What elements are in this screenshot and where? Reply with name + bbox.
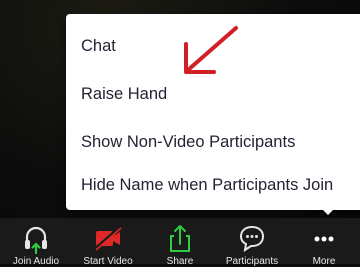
join-audio-label: Join Audio (12, 256, 60, 267)
menu-item-hide-name-when-participants-join[interactable]: Hide Name when Participants Join (81, 170, 333, 200)
menu-item-raise-hand[interactable]: Raise Hand (81, 79, 167, 109)
participants-button[interactable]: Participants (216, 218, 288, 267)
start-video-button[interactable]: Start Video (72, 218, 144, 267)
share-label: Share (166, 256, 194, 267)
menu-item-show-non-video-participants[interactable]: Show Non-Video Participants (81, 127, 295, 157)
participants-label: Participants (225, 256, 279, 267)
more-button[interactable]: More (288, 218, 360, 267)
annotation-arrow-icon (184, 26, 238, 74)
join-audio-button[interactable]: Join Audio (0, 218, 72, 267)
share-icon (170, 225, 190, 252)
more-label: More (312, 256, 336, 267)
start-video-label: Start Video (83, 256, 133, 267)
more-icon (314, 236, 334, 242)
menu-item-chat[interactable]: Chat (81, 31, 116, 61)
share-button[interactable]: Share (144, 218, 216, 267)
headphones-icon (25, 226, 47, 254)
menu-pointer (318, 205, 338, 215)
meeting-toolbar: Join Audio Start Video Share Participant… (0, 218, 360, 267)
chat-bubble-icon (239, 225, 265, 253)
video-off-icon (94, 225, 122, 251)
